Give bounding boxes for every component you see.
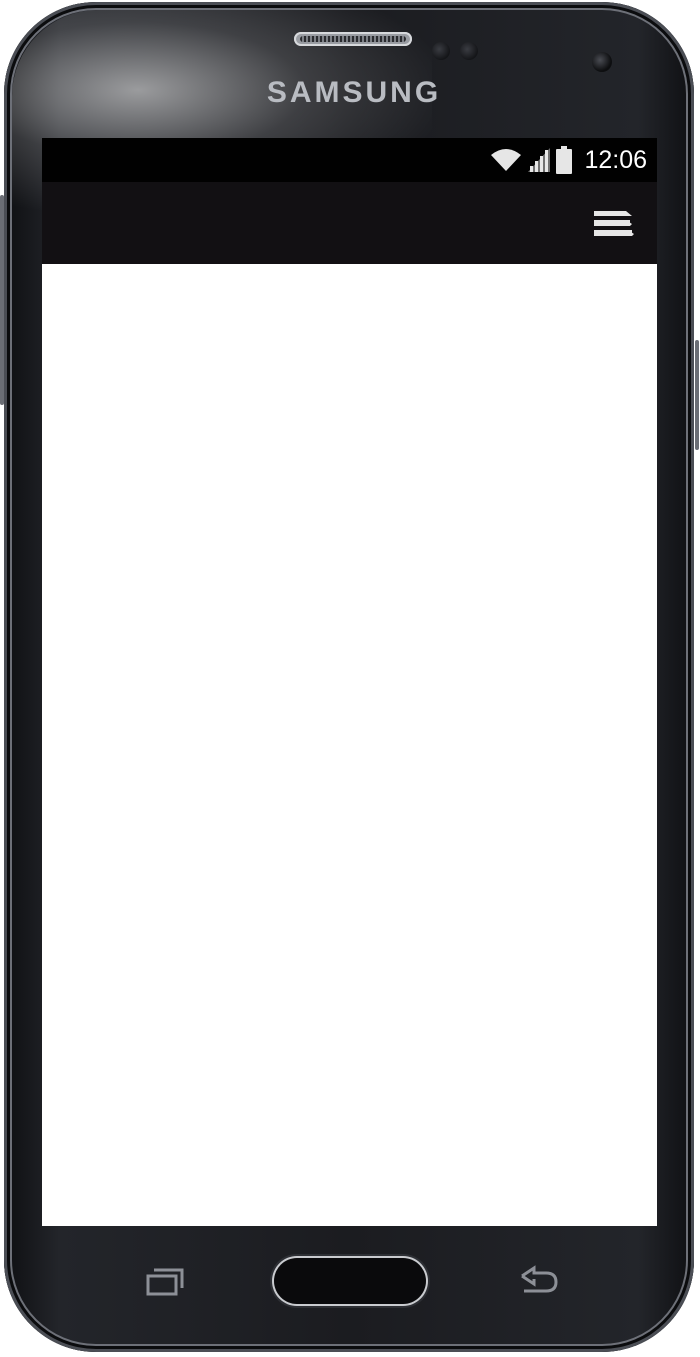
volume-button[interactable] <box>0 195 4 405</box>
recent-apps-icon[interactable] <box>142 1266 186 1298</box>
overflow-menu-icon[interactable] <box>592 207 636 241</box>
home-button[interactable] <box>274 1258 426 1304</box>
status-icons: 12:06 <box>490 138 647 182</box>
brand-logo: SAMSUNG <box>266 76 442 109</box>
power-button[interactable] <box>695 340 699 450</box>
front-camera-icon <box>592 52 612 72</box>
wifi-icon <box>491 149 522 171</box>
status-bar: 12:06 <box>42 138 657 182</box>
screen: 12:06 <box>42 138 657 1226</box>
back-icon[interactable] <box>516 1264 560 1298</box>
battery-icon <box>556 146 573 174</box>
action-bar <box>42 182 657 264</box>
app-content <box>42 264 657 1226</box>
speaker-grille <box>300 36 406 42</box>
status-time: 12:06 <box>584 145 647 174</box>
sensor-icon <box>460 42 478 60</box>
signal-icon <box>528 148 551 172</box>
earpiece-speaker <box>294 32 412 46</box>
navigation-bar <box>42 1226 657 1326</box>
sensor-icon <box>432 42 450 60</box>
